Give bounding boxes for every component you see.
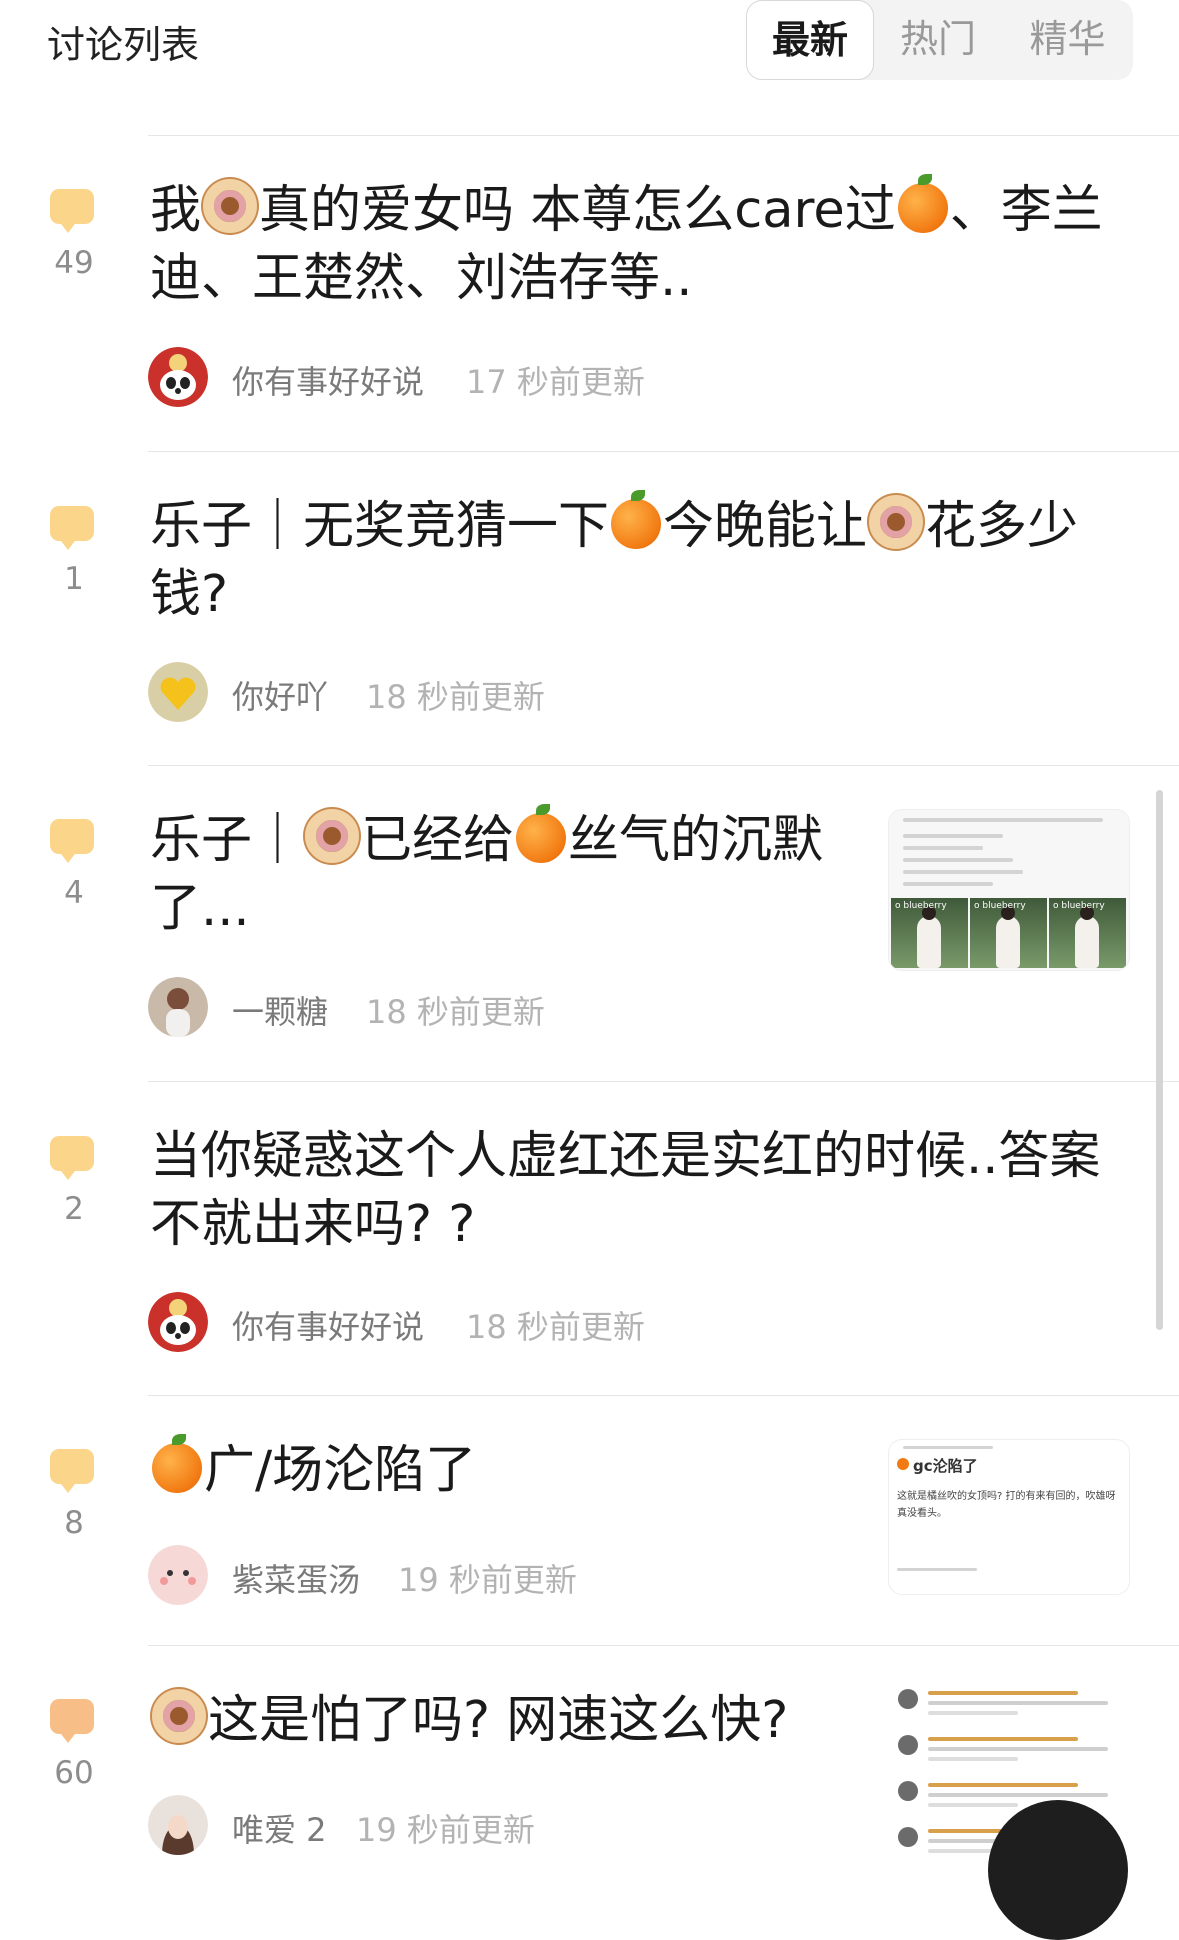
post-item[interactable]: 60 这是怕了吗? 网速这么快? 唯爱 2 19 秒前更新: [0, 1645, 1179, 1855]
update-time: 19 秒前更新: [356, 1811, 535, 1849]
comment-bubble-icon: [50, 1136, 94, 1184]
donut-emoji-icon: [203, 179, 258, 233]
post-title[interactable]: 当你疑惑这个人虚红还是实红的时候..答案不就出来吗? ?: [150, 1123, 1130, 1259]
thumbnail-photo: o blueberry: [1049, 898, 1126, 968]
comment-bubble-icon: [50, 819, 94, 867]
post-thumbnail[interactable]: o blueberry o blueberry o blueberry: [888, 809, 1130, 971]
author-name[interactable]: 一颗糖: [232, 987, 328, 1033]
header: 讨论列表 最新 热门 精华: [0, 0, 1179, 130]
author-name[interactable]: 唯爱 2: [232, 1805, 327, 1851]
divider: [148, 135, 1179, 136]
donut-emoji-icon: [305, 809, 360, 863]
divider: [148, 1645, 1179, 1646]
post-item[interactable]: 49 我真的爱女吗 本尊怎么care过 、李兰迪、王楚然、刘浩存等.. 你有事好好…: [0, 135, 1179, 451]
post-title-text: 广/场沦陷了: [204, 1441, 477, 1500]
tangerine-emoji-icon: [152, 1434, 202, 1493]
author-name[interactable]: 你有事好好说: [232, 1302, 424, 1348]
post-title-text: 我: [150, 181, 202, 240]
divider: [148, 1081, 1179, 1082]
post-title-text: 已经给: [361, 811, 515, 870]
donut-emoji-icon: [869, 495, 924, 549]
post-thumbnail[interactable]: gc沦陷了 这就是橘丝吹的女顶吗? 打的有来有回的，吹雄呀真没看头。: [888, 1439, 1130, 1595]
avatar[interactable]: [148, 662, 208, 722]
post-title-text: 真的爱女吗 本尊怎么care过: [259, 181, 896, 240]
tab-latest[interactable]: 最新: [746, 0, 874, 80]
update-time: 17 秒前更新: [466, 363, 645, 401]
floating-action-button[interactable]: [988, 1800, 1128, 1940]
avatar[interactable]: [148, 347, 208, 407]
post-title[interactable]: 这是怕了吗? 网速这么快?: [150, 1687, 870, 1755]
post-title-text: 乐子｜无奖竞猜一下: [150, 497, 610, 556]
post-title[interactable]: 我真的爱女吗 本尊怎么care过 、李兰迪、王楚然、刘浩存等..: [150, 174, 1110, 313]
tangerine-emoji-icon: [897, 174, 948, 233]
post-title[interactable]: 乐子｜无奖竞猜一下 今晚能让 花多少钱?: [150, 490, 1130, 629]
divider: [148, 1395, 1179, 1396]
update-time: 19 秒前更新: [398, 1561, 577, 1599]
comment-bubble-icon: [50, 1449, 94, 1497]
tangerine-emoji-icon: [897, 1458, 909, 1470]
avatar[interactable]: [148, 1545, 208, 1605]
post-item[interactable]: 2 当你疑惑这个人虚红还是实红的时候..答案不就出来吗? ? 你有事好好说 18…: [0, 1081, 1179, 1395]
author-name[interactable]: 你好吖: [232, 672, 328, 718]
post-item[interactable]: 8 广/场沦陷了 gc沦陷了 这就是橘丝吹的女顶吗? 打的有来有回的，吹雄呀真没…: [0, 1395, 1179, 1645]
thumbnail-caption: gc沦陷了: [913, 1457, 978, 1475]
comment-count: 4: [64, 875, 84, 911]
comment-count: 2: [64, 1191, 84, 1227]
comment-count: 60: [54, 1755, 94, 1791]
update-time: 18 秒前更新: [466, 1308, 645, 1346]
page-title: 讨论列表: [47, 23, 200, 67]
post-title[interactable]: 乐子｜ 已经给 丝气的沉默了...: [150, 804, 870, 943]
avatar[interactable]: [148, 1795, 208, 1855]
author-name[interactable]: 你有事好好说: [232, 357, 424, 403]
comment-bubble-icon: [50, 506, 94, 554]
comment-bubble-icon: [50, 189, 94, 237]
divider: [148, 451, 1179, 452]
thumbnail-photo: o blueberry: [891, 898, 968, 968]
comment-bubble-icon: [50, 1699, 94, 1747]
post-title-text: 乐子｜: [150, 811, 304, 870]
update-time: 18 秒前更新: [366, 678, 545, 716]
post-title-text: 这是怕了吗? 网速这么快?: [208, 1691, 789, 1750]
donut-emoji-icon: [152, 1689, 206, 1743]
tab-featured[interactable]: 精华: [1002, 0, 1133, 80]
tab-hot[interactable]: 热门: [874, 0, 1002, 80]
tangerine-emoji-icon: [611, 490, 662, 549]
comment-count: 1: [64, 561, 84, 597]
comment-count: 8: [64, 1505, 84, 1541]
post-item[interactable]: 4 乐子｜ 已经给 丝气的沉默了... o blueberry o blueberr…: [0, 765, 1179, 1081]
post-title-text: 今晚能让: [663, 497, 868, 556]
sort-tabs: 最新 热门 精华: [746, 0, 1133, 80]
avatar[interactable]: [148, 977, 208, 1037]
avatar[interactable]: [148, 1292, 208, 1352]
scrollbar[interactable]: [1156, 790, 1163, 1330]
post-item[interactable]: 1 乐子｜无奖竞猜一下 今晚能让 花多少钱? 你好吖 18 秒前更新: [0, 451, 1179, 765]
tangerine-emoji-icon: [516, 804, 567, 863]
post-title[interactable]: 广/场沦陷了: [150, 1434, 870, 1505]
thumbnail-photo: o blueberry: [970, 898, 1047, 968]
author-name[interactable]: 紫菜蛋汤: [232, 1555, 360, 1601]
divider: [148, 765, 1179, 766]
update-time: 18 秒前更新: [366, 993, 545, 1031]
thumbnail-body: 这就是橘丝吹的女顶吗? 打的有来有回的，吹雄呀真没看头。: [897, 1491, 1116, 1519]
comment-count: 49: [54, 245, 94, 281]
